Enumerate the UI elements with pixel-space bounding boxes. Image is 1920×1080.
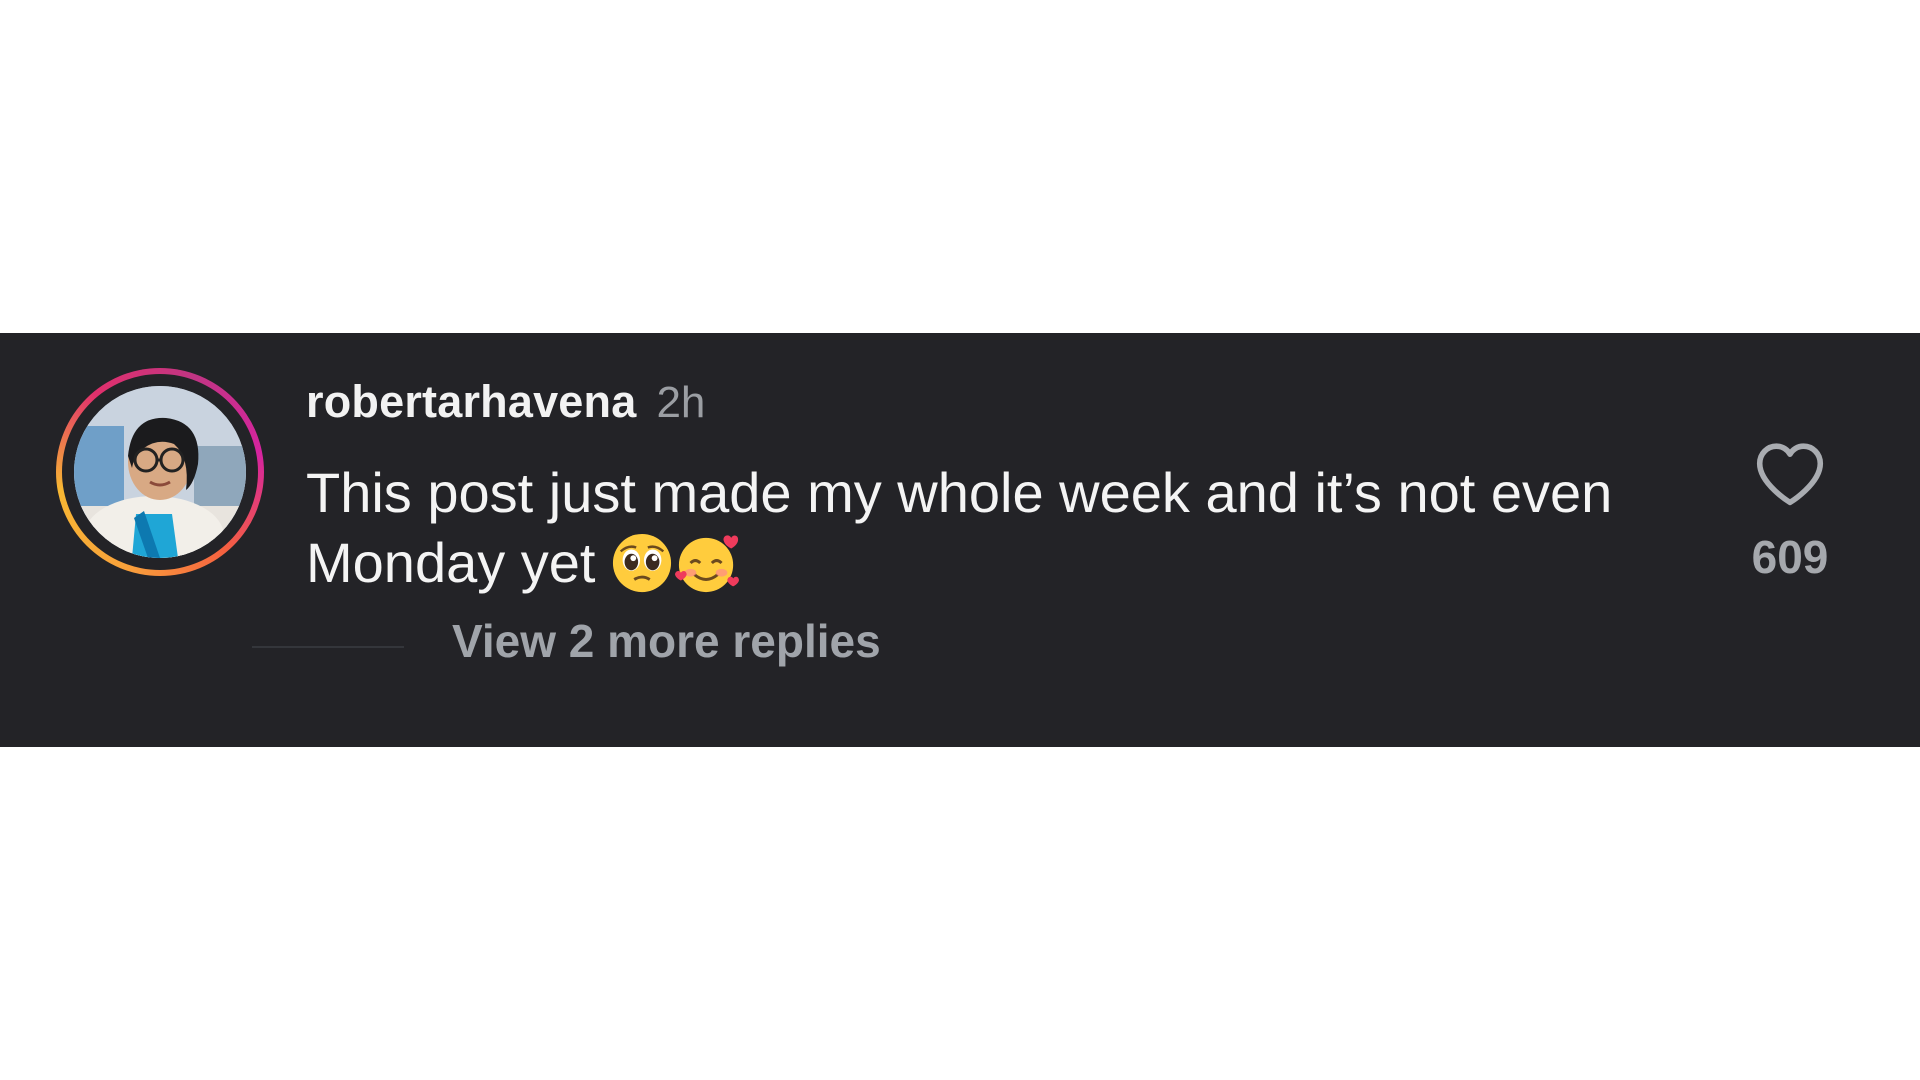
- timestamp: 2h: [656, 378, 706, 427]
- username[interactable]: robertarhavena: [306, 376, 636, 428]
- view-more-replies-link[interactable]: View 2 more replies: [452, 614, 881, 668]
- like-count: 609: [1751, 531, 1829, 583]
- comment-body: This post just made my whole week and it…: [306, 458, 1636, 610]
- comment-text: This post just made my whole week and it…: [306, 461, 1613, 594]
- replies-divider: [252, 646, 404, 648]
- avatar[interactable]: [74, 386, 246, 558]
- heart-outline-icon[interactable]: [1752, 440, 1828, 508]
- avatar-story-ring[interactable]: [56, 368, 264, 576]
- pleading-face-icon: [611, 532, 673, 610]
- like-area: 609: [1730, 440, 1850, 584]
- avatar-photo: [74, 386, 246, 558]
- comment-header: robertarhavena 2h: [306, 376, 705, 428]
- avatar-ring-gap: [62, 374, 258, 570]
- page: robertarhavena 2h This post just made my…: [0, 0, 1920, 1080]
- replies-toggle-row: View 2 more replies: [252, 614, 881, 668]
- smiling-face-with-hearts-icon: [673, 532, 741, 610]
